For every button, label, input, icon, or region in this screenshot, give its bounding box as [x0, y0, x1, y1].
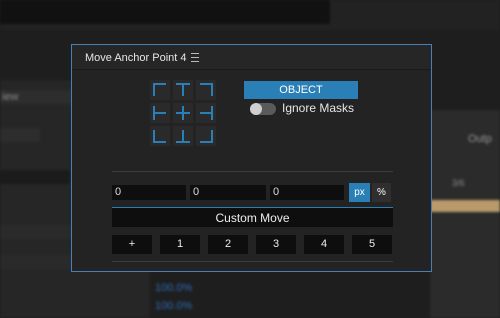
px-unit-button[interactable]: px: [349, 183, 370, 202]
anchor-middle-right[interactable]: [196, 103, 216, 123]
coord-z-input[interactable]: 0: [270, 185, 344, 200]
anchor-bottom-right[interactable]: [196, 126, 216, 146]
move-4-button[interactable]: 4: [304, 235, 344, 254]
anchor-middle-left[interactable]: [150, 103, 170, 123]
divider-top: [112, 171, 393, 172]
background-percent-2: 100.0%: [155, 300, 193, 312]
coord-x-input[interactable]: 0: [112, 185, 186, 200]
move-plus-button[interactable]: +: [112, 235, 152, 254]
anchor-top-right[interactable]: [196, 80, 216, 100]
move-2-button[interactable]: 2: [208, 235, 248, 254]
coord-y-input[interactable]: 0: [190, 185, 266, 200]
ignore-masks-label: Ignore Masks: [282, 101, 355, 115]
custom-move-button[interactable]: Custom Move: [112, 207, 393, 227]
background-percent-1: 100.0%: [155, 282, 193, 294]
percent-unit-button[interactable]: %: [372, 183, 391, 202]
ignore-masks-toggle[interactable]: [250, 103, 276, 115]
object-button[interactable]: OBJECT: [244, 81, 358, 99]
background-view-label: iew: [2, 91, 19, 103]
move-5-button[interactable]: 5: [352, 235, 392, 254]
anchor-bottom-center[interactable]: [173, 126, 193, 146]
anchor-top-center[interactable]: [173, 80, 193, 100]
panel-header: Move Anchor Point 4: [72, 45, 431, 70]
anchor-top-left[interactable]: [150, 80, 170, 100]
move-3-button[interactable]: 3: [256, 235, 296, 254]
divider-bottom: [112, 261, 393, 262]
background-small-label: 3/6: [452, 178, 465, 188]
anchor-bottom-left[interactable]: [150, 126, 170, 146]
hamburger-menu-icon[interactable]: [191, 53, 199, 62]
background-timeline-bar: [430, 200, 500, 212]
toggle-knob: [250, 103, 262, 115]
anchor-grid: [150, 80, 216, 146]
move-anchor-panel: Move Anchor Point 4 OBJECT Ignore Masks …: [71, 44, 432, 272]
anchor-center[interactable]: [173, 103, 193, 123]
panel-title: Move Anchor Point 4: [85, 52, 187, 64]
background-toolbar: [0, 0, 500, 30]
background-output-label: Outp: [468, 133, 492, 145]
move-1-button[interactable]: 1: [160, 235, 200, 254]
